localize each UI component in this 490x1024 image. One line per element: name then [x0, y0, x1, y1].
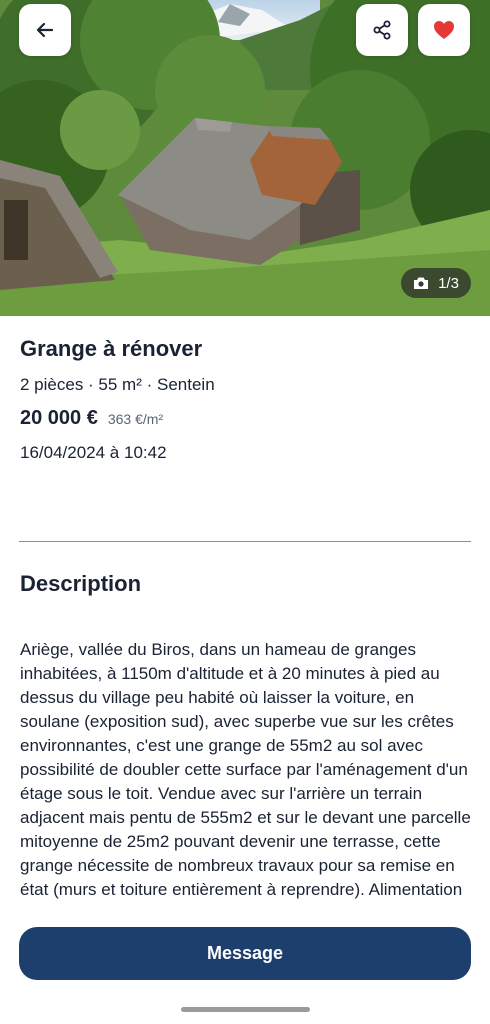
photo-counter: 1/3: [401, 268, 471, 298]
back-button[interactable]: [19, 4, 71, 56]
bottom-action-bar: Message: [0, 910, 490, 1024]
description-text: Ariège, vallée du Biros, dans un hameau …: [20, 640, 471, 899]
description-heading: Description: [20, 571, 142, 596]
listing-price: 20 000 €: [20, 407, 98, 429]
share-button[interactable]: [356, 4, 408, 56]
photo-counter-text: 1/3: [438, 274, 459, 292]
heart-icon: [434, 21, 454, 39]
listing-photo[interactable]: 1/3: [0, 0, 490, 316]
message-button[interactable]: Message: [19, 927, 471, 980]
home-indicator[interactable]: [181, 1007, 310, 1012]
favorite-button[interactable]: [418, 4, 470, 56]
camera-icon: [414, 277, 429, 289]
price-per-m2: 363 €/m²: [107, 411, 164, 427]
price-row: 20 000 € 363 €/m²: [20, 407, 163, 430]
listing-subtitle: 2 pièces · 55 m² · Sentein: [20, 375, 215, 394]
arrow-left-icon: [36, 22, 54, 38]
listing-title: Grange à rénover: [20, 336, 203, 361]
listing-date: 16/04/2024 à 10:42: [20, 443, 167, 462]
divider: [19, 541, 471, 542]
share-icon: [373, 20, 391, 40]
